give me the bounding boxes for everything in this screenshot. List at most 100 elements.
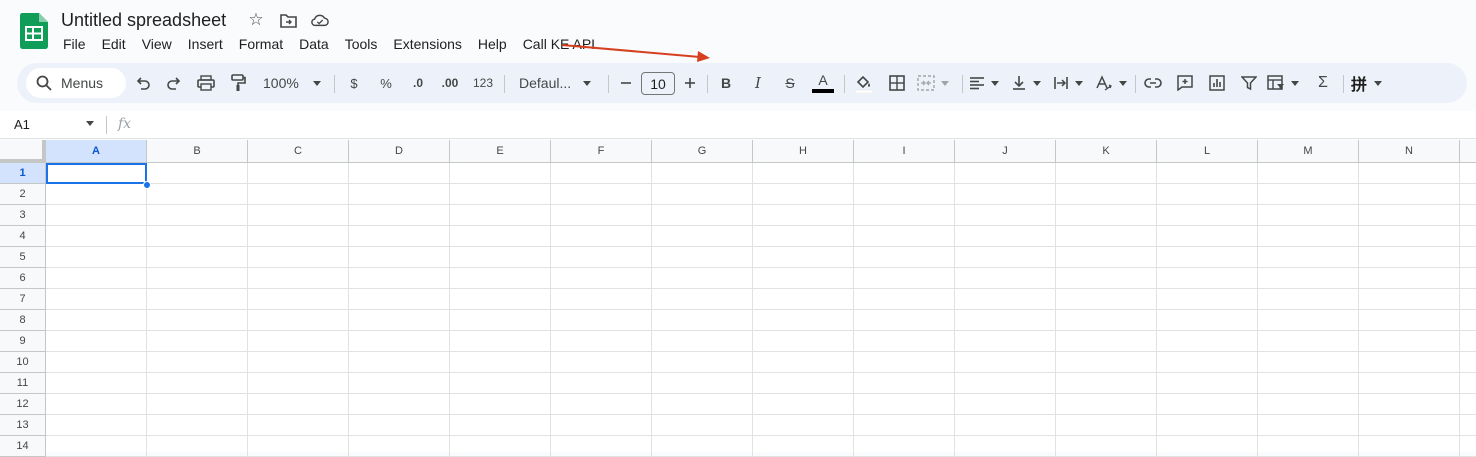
cell[interactable]	[248, 373, 349, 394]
cell[interactable]	[753, 289, 854, 310]
cell[interactable]	[753, 373, 854, 394]
cell[interactable]	[450, 436, 551, 457]
cell[interactable]	[46, 415, 147, 436]
cell[interactable]	[551, 184, 652, 205]
filter-icon[interactable]	[1237, 70, 1261, 96]
cell[interactable]	[551, 415, 652, 436]
cell[interactable]	[46, 268, 147, 289]
cell[interactable]	[753, 163, 854, 184]
cell[interactable]	[854, 184, 955, 205]
row-header-5[interactable]: 5	[0, 247, 46, 268]
cell[interactable]	[349, 184, 450, 205]
cell[interactable]	[450, 415, 551, 436]
cell[interactable]	[248, 289, 349, 310]
borders-icon[interactable]	[885, 70, 909, 96]
cell[interactable]	[147, 163, 248, 184]
cell[interactable]	[349, 352, 450, 373]
menu-data[interactable]: Data	[291, 35, 337, 53]
cell[interactable]	[1359, 289, 1460, 310]
cell[interactable]	[854, 331, 955, 352]
cell[interactable]	[1157, 247, 1258, 268]
menu-extensions[interactable]: Extensions	[385, 35, 469, 53]
cell[interactable]	[248, 268, 349, 289]
cell[interactable]	[955, 268, 1056, 289]
cell[interactable]	[248, 226, 349, 247]
cell[interactable]	[652, 331, 753, 352]
search-menus-button[interactable]: Menus	[26, 68, 126, 98]
column-header-partial[interactable]	[1460, 140, 1476, 163]
cell[interactable]	[248, 310, 349, 331]
cell[interactable]	[652, 310, 753, 331]
sheets-logo-icon[interactable]	[20, 13, 48, 49]
cell[interactable]	[349, 415, 450, 436]
cell[interactable]	[1460, 415, 1476, 436]
cell[interactable]	[1056, 331, 1157, 352]
cell[interactable]	[1258, 394, 1359, 415]
cell[interactable]	[147, 268, 248, 289]
column-header-l[interactable]: L	[1157, 140, 1258, 163]
cell[interactable]	[1359, 268, 1460, 289]
cell[interactable]	[46, 310, 147, 331]
cell[interactable]	[450, 205, 551, 226]
cell[interactable]	[854, 373, 955, 394]
cell[interactable]	[955, 352, 1056, 373]
cell[interactable]	[46, 163, 147, 184]
cell[interactable]	[1056, 268, 1157, 289]
bold-icon[interactable]: B	[714, 70, 738, 96]
cell[interactable]	[248, 205, 349, 226]
cell[interactable]	[854, 163, 955, 184]
cell[interactable]	[1460, 436, 1476, 457]
cell[interactable]	[551, 226, 652, 247]
cell[interactable]	[955, 184, 1056, 205]
cell[interactable]	[349, 373, 450, 394]
cell[interactable]	[46, 247, 147, 268]
cell[interactable]	[147, 352, 248, 373]
cell[interactable]	[46, 331, 147, 352]
menu-file[interactable]: File	[55, 35, 94, 53]
cell[interactable]	[349, 247, 450, 268]
cell[interactable]	[1258, 289, 1359, 310]
redo-icon[interactable]	[162, 70, 186, 96]
font-size-input[interactable]: 10	[641, 72, 675, 95]
decrease-decimal-button[interactable]: .0	[406, 70, 430, 96]
cell[interactable]	[551, 247, 652, 268]
cell[interactable]	[147, 331, 248, 352]
cell[interactable]	[450, 163, 551, 184]
font-select[interactable]: Defaul...	[514, 70, 600, 96]
cell[interactable]	[1258, 226, 1359, 247]
cell[interactable]	[854, 268, 955, 289]
cell[interactable]	[955, 247, 1056, 268]
cell[interactable]	[753, 310, 854, 331]
cell[interactable]	[753, 184, 854, 205]
cell[interactable]	[955, 331, 1056, 352]
cell[interactable]	[46, 289, 147, 310]
cell[interactable]	[955, 226, 1056, 247]
menu-help[interactable]: Help	[470, 35, 515, 53]
cloud-status-icon[interactable]	[311, 11, 329, 29]
decrease-font-size-button[interactable]	[616, 70, 636, 96]
cell[interactable]	[854, 247, 955, 268]
cell[interactable]	[450, 352, 551, 373]
cell[interactable]	[1157, 289, 1258, 310]
insert-comment-icon[interactable]	[1173, 70, 1197, 96]
menu-tools[interactable]: Tools	[337, 35, 386, 53]
cell[interactable]	[955, 289, 1056, 310]
cell[interactable]	[551, 352, 652, 373]
cell[interactable]	[551, 394, 652, 415]
cell[interactable]	[349, 394, 450, 415]
cell[interactable]	[652, 205, 753, 226]
cell[interactable]	[1056, 394, 1157, 415]
cell[interactable]	[248, 415, 349, 436]
cell[interactable]	[147, 373, 248, 394]
cell[interactable]	[551, 436, 652, 457]
cell[interactable]	[1157, 373, 1258, 394]
cell[interactable]	[1258, 184, 1359, 205]
cell[interactable]	[1359, 205, 1460, 226]
cell[interactable]	[652, 247, 753, 268]
cell[interactable]	[1359, 331, 1460, 352]
row-header-12[interactable]: 12	[0, 394, 46, 415]
cell[interactable]	[349, 289, 450, 310]
cell[interactable]	[753, 352, 854, 373]
cell[interactable]	[753, 226, 854, 247]
menu-edit[interactable]: Edit	[94, 35, 134, 53]
